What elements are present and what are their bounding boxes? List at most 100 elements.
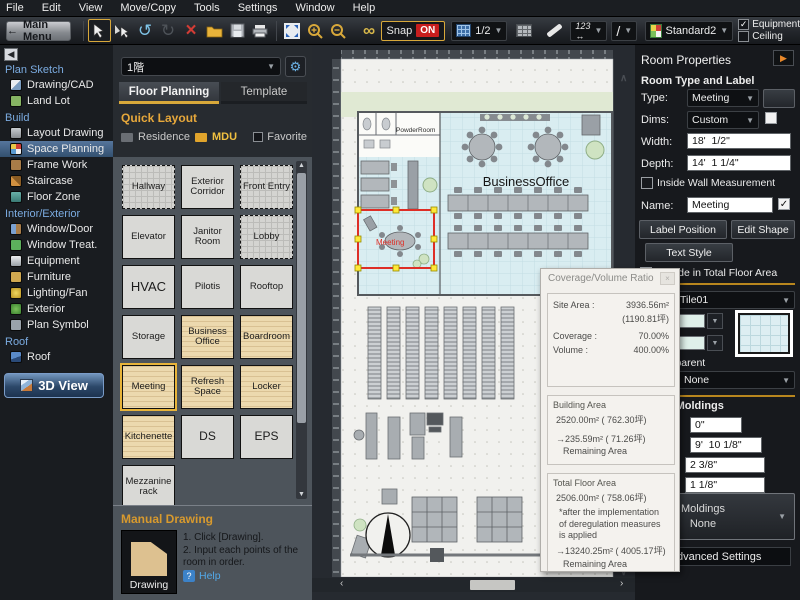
room-button-business-office[interactable]: Business Office	[181, 315, 234, 359]
folder-mdu[interactable]: MDU	[212, 131, 237, 143]
menu-tools[interactable]: Tools	[194, 2, 220, 14]
room-button-storage[interactable]: Storage	[122, 315, 175, 359]
sidebar-item-floor-zone[interactable]: Floor Zone	[0, 189, 113, 205]
continuous-zoom-button[interactable]: ∞	[358, 19, 381, 42]
tab-floor-planning[interactable]: Floor Planning	[119, 82, 219, 104]
room-button-kitchenette[interactable]: Kitchenette	[122, 415, 175, 459]
room-button-hvac[interactable]: HVAC	[122, 265, 175, 309]
tab-template[interactable]: Template	[221, 82, 307, 104]
delete-button[interactable]: ×	[180, 19, 203, 42]
folder-residence[interactable]: Residence	[138, 131, 190, 143]
snap-toggle-button[interactable]: Snap ON	[381, 21, 446, 41]
line-tool-dropdown[interactable]: / ▼	[611, 21, 637, 41]
favorite-checkbox[interactable]: Favorite	[253, 131, 307, 143]
area-calc-button[interactable]	[512, 19, 535, 42]
floor-settings-button[interactable]: ⚙	[285, 56, 306, 77]
room-button-rooftop[interactable]: Rooftop	[240, 265, 293, 309]
type-extra-button[interactable]	[763, 89, 795, 108]
select-tool-button[interactable]	[88, 19, 111, 42]
dims-checkbox[interactable]	[765, 112, 777, 124]
sidebar-item-window-treat[interactable]: Window Treat.	[0, 237, 113, 253]
undo-button[interactable]: ↺	[134, 19, 157, 42]
grid-scrollbar[interactable]: ▲ ▼	[296, 161, 307, 499]
zoom-out-button[interactable]	[327, 19, 350, 42]
inside-wall-checkbox[interactable]	[641, 177, 653, 189]
menu-help[interactable]: Help	[353, 2, 376, 14]
fit-view-button[interactable]	[281, 19, 304, 42]
trim-input-2[interactable]: 1 1/8"	[685, 477, 765, 493]
room-button-janitor-room[interactable]: Janitor Room	[181, 215, 234, 259]
dims-dropdown[interactable]: Custom▼	[687, 111, 759, 129]
room-button-boardroom[interactable]: Boardroom	[240, 315, 293, 359]
print-button[interactable]	[249, 19, 272, 42]
main-menu-button[interactable]: ← Main Menu	[6, 21, 71, 41]
trim-input-1[interactable]: 2 3/8"	[685, 457, 765, 473]
edit-shape-button[interactable]: Edit Shape	[731, 220, 795, 239]
room-button-hallway[interactable]: Hallway	[122, 165, 175, 209]
sidebar-item-window-door[interactable]: Window/Door	[0, 221, 113, 237]
room-button-exterior-corridor[interactable]: Exterior Corridor	[181, 165, 234, 209]
multi-select-tool-button[interactable]	[111, 19, 134, 42]
grid-scrollbar-thumb[interactable]	[297, 173, 306, 423]
sidebar-item-plan-symbol[interactable]: Plan Symbol	[0, 317, 113, 333]
style-preset-dropdown[interactable]: Standard2 ▼	[645, 21, 733, 41]
zoom-in-button[interactable]	[304, 19, 327, 42]
menu-edit[interactable]: Edit	[42, 2, 61, 14]
room-button-pilotis[interactable]: Pilotis	[181, 265, 234, 309]
color-swatch[interactable]	[679, 336, 705, 350]
menu-move-copy[interactable]: Move/Copy	[120, 2, 176, 14]
sidebar-item-exterior[interactable]: Exterior	[0, 301, 113, 317]
close-icon[interactable]: ×	[660, 272, 675, 285]
help-link[interactable]: ? Help	[183, 570, 221, 582]
sidebar-item-lighting-fan[interactable]: Lighting/Fan	[0, 285, 113, 301]
room-button-meeting[interactable]: Meeting	[122, 365, 175, 409]
sidebar-item-space-planning[interactable]: Space Planning	[0, 141, 113, 157]
scroll-down-icon[interactable]: ▼	[296, 491, 307, 498]
room-button-locker[interactable]: Locker	[240, 365, 293, 409]
width-input[interactable]: 18' 1/2"	[687, 133, 791, 149]
redo-button[interactable]: ↻	[157, 19, 180, 42]
room-button-elevator[interactable]: Elevator	[122, 215, 175, 259]
scroll-left-icon[interactable]: ‹	[340, 578, 343, 589]
text-style-button[interactable]: Text Style	[645, 243, 733, 262]
sidebar-item-staircase[interactable]: Staircase	[0, 173, 113, 189]
canvas-horizontal-scrollbar[interactable]: ‹ ›	[312, 578, 635, 592]
label-position-button[interactable]: Label Position	[639, 220, 727, 239]
level-input[interactable]: 0"	[690, 417, 742, 433]
collapse-sidebar-button[interactable]: ◀	[4, 48, 18, 61]
drawing-button[interactable]: Drawing	[121, 530, 177, 594]
scrollbar-thumb[interactable]	[470, 580, 515, 590]
canvas-scroll-up-icon[interactable]: ∧	[620, 73, 627, 84]
menu-window[interactable]: Window	[295, 2, 334, 14]
scroll-up-icon[interactable]: ▲	[296, 162, 307, 169]
sidebar-item-furniture[interactable]: Furniture	[0, 269, 113, 285]
open-file-button[interactable]	[203, 19, 226, 42]
color-swatch[interactable]	[679, 314, 705, 328]
swatch-dropdown-button[interactable]: ▼	[707, 313, 723, 329]
sidebar-item-drawing-cad[interactable]: Drawing/CAD	[0, 77, 113, 93]
scroll-right-icon[interactable]: ›	[620, 578, 623, 589]
menu-view[interactable]: View	[79, 2, 103, 14]
equipment-checkbox[interactable]: ✓ Equipment	[738, 19, 800, 30]
collapse-panel-button[interactable]: ▶	[773, 50, 794, 66]
ceiling-checkbox[interactable]: Ceiling	[738, 31, 800, 42]
room-button-front-entry[interactable]: Front Entry	[240, 165, 293, 209]
grid-scale-dropdown[interactable]: 1/2 ▼	[451, 21, 507, 41]
height-input[interactable]: 9' 10 1/8"	[690, 437, 762, 453]
sidebar-item-land-lot[interactable]: Land Lot	[0, 93, 113, 109]
name-checkbox[interactable]: ✓	[778, 198, 790, 210]
sidebar-item-equipment[interactable]: Equipment	[0, 253, 113, 269]
measure-tool-button[interactable]	[543, 19, 566, 42]
sidebar-item-layout-drawing[interactable]: Layout Drawing	[0, 125, 113, 141]
dimension-tool-dropdown[interactable]: 123↔ ▼	[570, 21, 607, 41]
swatch-dropdown-button[interactable]: ▼	[707, 335, 723, 351]
room-button-refresh-space[interactable]: Refresh Space	[181, 365, 234, 409]
save-button[interactable]	[226, 19, 249, 42]
room-type-dropdown[interactable]: Meeting▼	[687, 89, 759, 107]
room-button-mezzanine-rack[interactable]: Mezzanine rack	[122, 465, 175, 509]
room-button-eps[interactable]: EPS	[240, 415, 293, 459]
sidebar-item-frame-work[interactable]: Frame Work	[0, 157, 113, 173]
sidebar-item-roof[interactable]: Roof	[0, 349, 113, 365]
depth-input[interactable]: 14' 1 1/4"	[687, 155, 791, 171]
room-button-lobby[interactable]: Lobby	[240, 215, 293, 259]
